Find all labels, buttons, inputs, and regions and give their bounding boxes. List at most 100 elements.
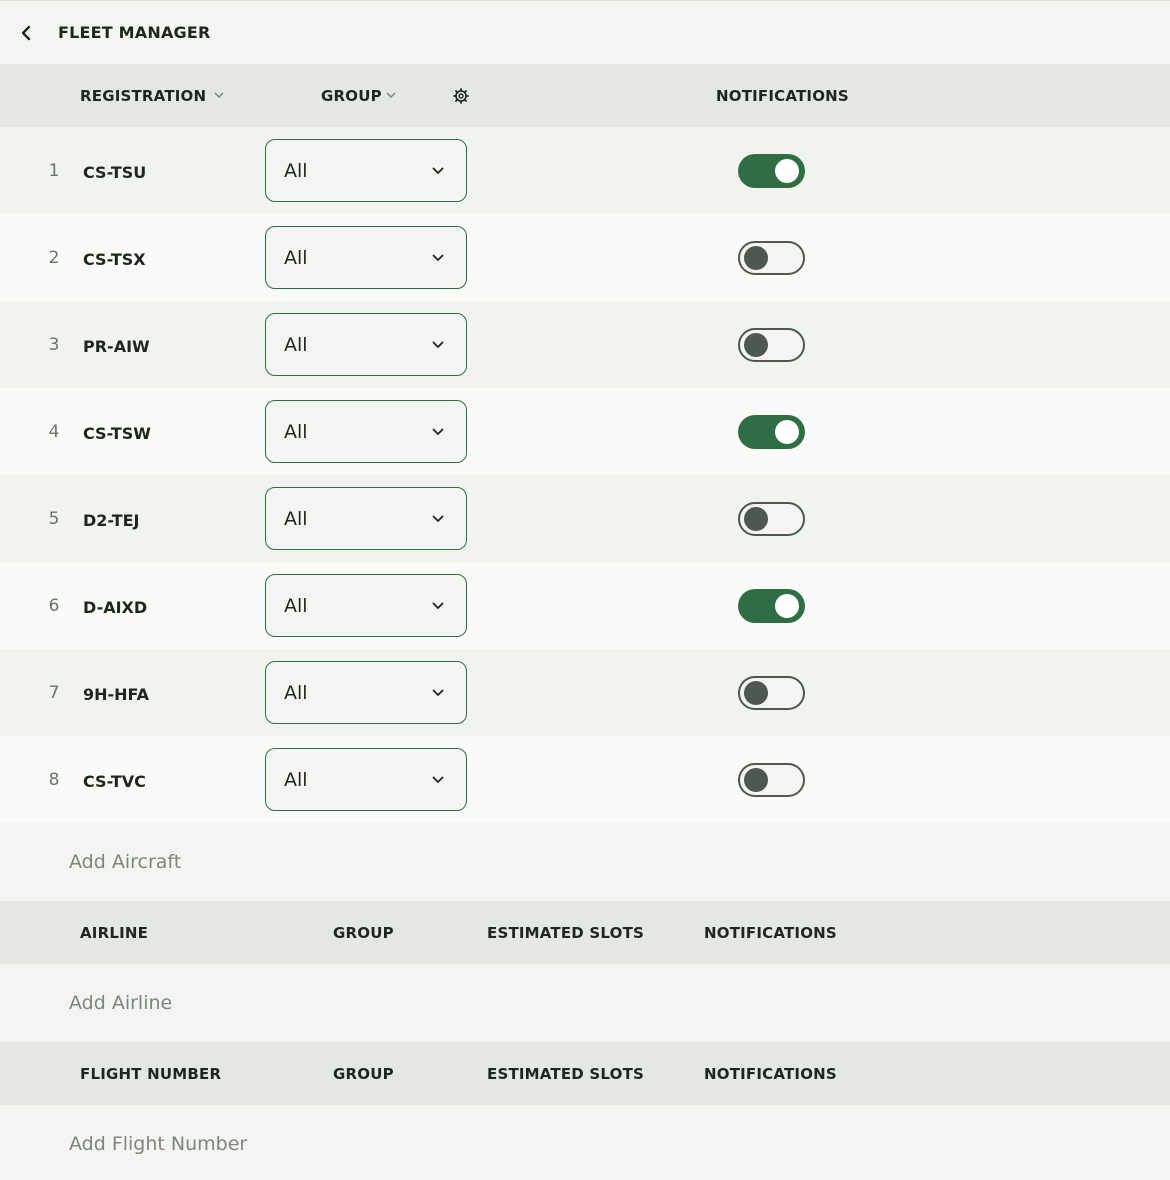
notifications-column-header: NOTIFICATIONS (704, 901, 837, 964)
group-select[interactable]: All (265, 313, 467, 376)
add-airline-button[interactable]: Add Airline (0, 964, 1170, 1042)
chevron-down-icon (432, 515, 444, 522)
group-select-value: All (284, 768, 308, 791)
table-row: 7 9H-HFA All (0, 649, 1170, 736)
notifications-toggle[interactable] (738, 589, 805, 623)
group-select-value: All (284, 420, 308, 443)
group-select[interactable]: All (265, 226, 467, 289)
chevron-down-icon (432, 428, 444, 435)
notifications-header-label: NOTIFICATIONS (704, 923, 837, 942)
chevron-down-icon (432, 167, 444, 174)
group-select-value: All (284, 246, 308, 269)
flight-number-column-header: FLIGHT NUMBER (80, 1042, 221, 1105)
row-number: 1 (48, 160, 60, 181)
row-number: 8 (48, 769, 60, 790)
row-number: 4 (48, 421, 60, 442)
group-select[interactable]: All (265, 661, 467, 724)
airline-header-label: AIRLINE (80, 923, 149, 942)
chevron-left-icon (21, 25, 31, 40)
airline-column-header: AIRLINE (80, 901, 148, 964)
group-select[interactable]: All (265, 400, 467, 463)
chevron-down-icon (432, 602, 444, 609)
group-header-label: GROUP (333, 923, 394, 942)
row-number: 2 (48, 247, 60, 268)
group-column-header: GROUP (333, 1042, 394, 1105)
group-header-label: GROUP (321, 86, 382, 105)
toggle-knob (744, 332, 768, 357)
notifications-toggle[interactable] (738, 415, 805, 449)
toggle-knob (744, 245, 768, 270)
table-row: 8 CS-TVC All (0, 736, 1170, 823)
chevron-down-icon (214, 92, 224, 99)
registration-cell: CS-TSU (83, 163, 147, 182)
notifications-column-header: NOTIFICATIONS (704, 1042, 837, 1105)
registration-column-header[interactable]: REGISTRATION (80, 64, 224, 127)
fleet-table-header: REGISTRATION GROUP NOTIFICATIONS (0, 64, 1170, 127)
notifications-toggle[interactable] (738, 502, 805, 536)
flight-number-table-header: FLIGHT NUMBER GROUP ESTIMATED SLOTS NOTI… (0, 1042, 1170, 1105)
registration-header-label: REGISTRATION (80, 86, 207, 105)
notifications-header-label: NOTIFICATIONS (704, 1064, 837, 1083)
group-select[interactable]: All (265, 139, 467, 202)
notifications-column-header: NOTIFICATIONS (716, 64, 849, 127)
page-title: FLEET MANAGER (58, 23, 211, 42)
airline-table-header: AIRLINE GROUP ESTIMATED SLOTS NOTIFICATI… (0, 901, 1170, 964)
add-aircraft-button[interactable]: Add Aircraft (0, 823, 1170, 901)
toggle-knob (775, 159, 799, 183)
registration-cell: PR-AIW (83, 337, 150, 356)
fleet-table-body: 1 CS-TSU All 2 CS-TSX All 3 PR-AIW All 4… (0, 127, 1170, 823)
notifications-toggle[interactable] (738, 328, 805, 362)
table-row: 6 D-AIXD All (0, 562, 1170, 649)
toggle-knob (775, 420, 799, 444)
toggle-knob (744, 506, 768, 531)
group-select-value: All (284, 159, 308, 182)
table-row: 3 PR-AIW All (0, 301, 1170, 388)
chevron-down-icon (432, 689, 444, 696)
table-row: 4 CS-TSW All (0, 388, 1170, 475)
table-row: 5 D2-TEJ All (0, 475, 1170, 562)
notifications-header-label: NOTIFICATIONS (716, 86, 849, 105)
toggle-knob (744, 767, 768, 792)
registration-cell: 9H-HFA (83, 685, 150, 704)
group-select[interactable]: All (265, 574, 467, 637)
registration-cell: CS-TSW (83, 424, 151, 443)
row-number: 7 (48, 682, 60, 703)
registration-cell: CS-TSX (83, 250, 146, 269)
estimated-slots-header-label: ESTIMATED SLOTS (487, 923, 644, 942)
chevron-down-icon (432, 341, 444, 348)
row-number: 6 (48, 595, 60, 616)
chevron-down-icon (432, 776, 444, 783)
registration-cell: D-AIXD (83, 598, 148, 617)
row-number: 3 (48, 334, 60, 355)
estimated-slots-column-header: ESTIMATED SLOTS (487, 901, 644, 964)
fleet-manager-page: FLEET MANAGER REGISTRATION GROUP NOTIFIC… (0, 0, 1170, 1180)
group-column-header: GROUP (333, 901, 394, 964)
table-row: 1 CS-TSU All (0, 127, 1170, 214)
toggle-knob (744, 680, 768, 705)
gear-icon (453, 87, 469, 104)
chevron-down-icon (432, 254, 444, 261)
group-header-label: GROUP (333, 1064, 394, 1083)
notifications-toggle[interactable] (738, 763, 805, 797)
estimated-slots-column-header: ESTIMATED SLOTS (487, 1042, 644, 1105)
group-select[interactable]: All (265, 748, 467, 811)
notifications-toggle[interactable] (738, 241, 805, 275)
group-select-value: All (284, 594, 308, 617)
back-button[interactable] (16, 23, 36, 43)
chevron-down-icon (386, 92, 396, 99)
group-select[interactable]: All (265, 487, 467, 550)
group-settings-button[interactable] (453, 64, 469, 127)
registration-cell: D2-TEJ (83, 511, 140, 530)
registration-cell: CS-TVC (83, 772, 146, 791)
notifications-toggle[interactable] (738, 676, 805, 710)
group-column-header[interactable]: GROUP (321, 64, 396, 127)
notifications-toggle[interactable] (738, 154, 805, 188)
table-row: 2 CS-TSX All (0, 214, 1170, 301)
group-select-value: All (284, 681, 308, 704)
group-select-value: All (284, 507, 308, 530)
row-number: 5 (48, 508, 60, 529)
group-select-value: All (284, 333, 308, 356)
flight-number-header-label: FLIGHT NUMBER (80, 1064, 222, 1083)
add-flight-number-button[interactable]: Add Flight Number (0, 1105, 1170, 1180)
topbar: FLEET MANAGER (0, 0, 1170, 64)
